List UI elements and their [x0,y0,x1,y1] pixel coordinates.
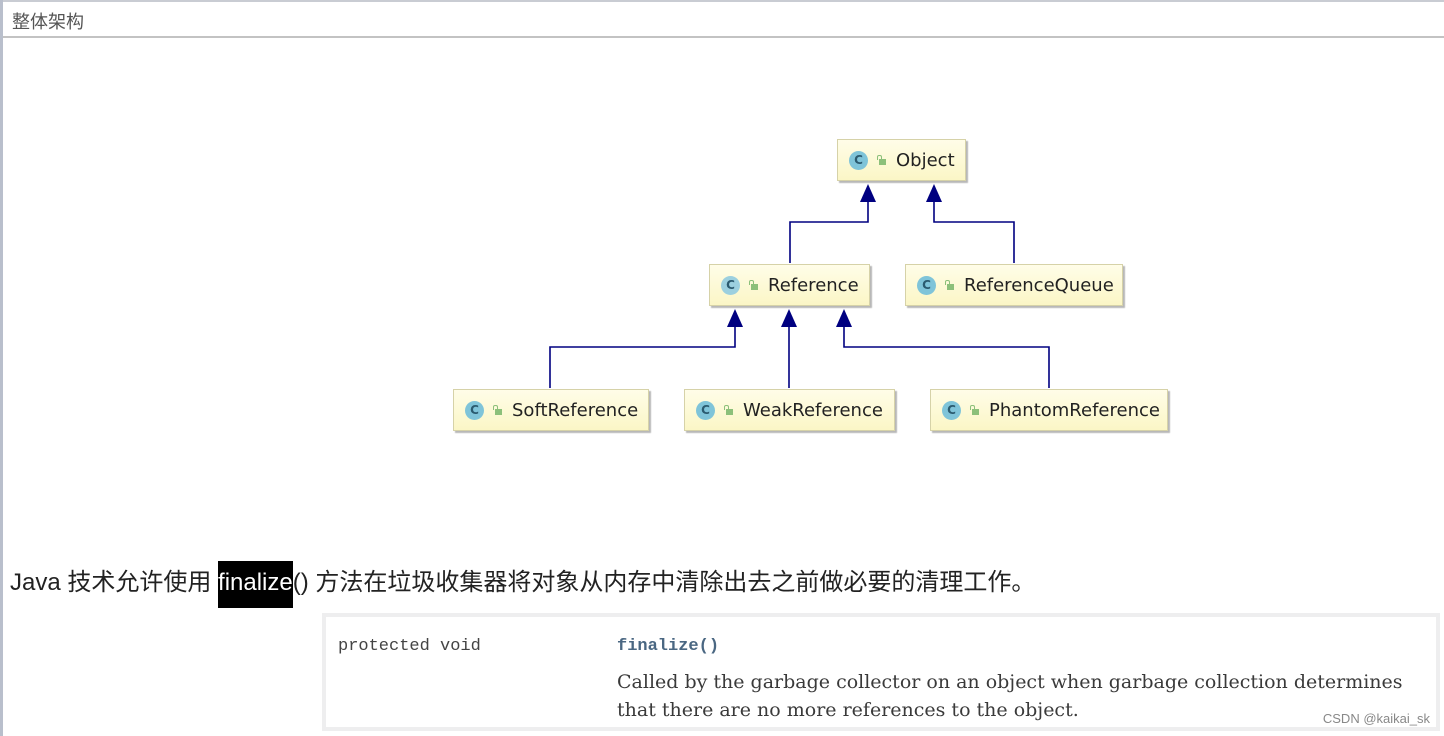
edge-referencequeue-object [933,198,1015,263]
class-name: Reference [768,274,859,296]
class-node-weakreference[interactable]: C WeakReference [684,389,895,431]
class-icon: C [465,400,484,420]
arrowhead-phantomreference-reference [836,309,852,327]
arrowhead-referencequeue-object [926,184,942,202]
intro-prefix: Java 技术允许使用 [10,569,219,596]
arrowhead-softreference-reference [727,309,743,327]
abstract-class-icon: C [721,275,740,295]
class-icon: C [849,150,868,170]
class-name: Object [896,149,955,171]
class-name: PhantomReference [989,399,1160,421]
class-name: SoftReference [512,399,639,421]
class-icon: C [696,400,715,420]
method-modifier: protected void [338,637,481,656]
method-description: Called by the garbage collector on an ob… [617,671,1403,721]
class-hierarchy-diagram: C Object C Reference C ReferenceQueue C … [0,0,1444,500]
edge-phantomreference-reference [843,323,1050,388]
class-node-object[interactable]: C Object [837,139,966,181]
public-visibility-icon [877,155,886,165]
watermark: CSDN @kaikai_sk [1322,711,1430,726]
class-node-referencequeue[interactable]: C ReferenceQueue [905,264,1123,306]
intro-paragraph: Java 技术允许使用 finalize() 方法在垃圾收集器将对象从内存中清除… [10,561,1036,608]
public-visibility-icon [749,280,758,290]
class-node-phantomreference[interactable]: C PhantomReference [930,389,1168,431]
highlighted-method-name[interactable]: finalize [218,561,293,608]
class-node-softreference[interactable]: C SoftReference [453,389,649,431]
class-name: ReferenceQueue [964,274,1114,296]
api-method-summary: protected void finalize() Called by the … [322,613,1440,731]
edge-reference-object [789,198,869,263]
public-visibility-icon [493,405,502,415]
public-visibility-icon [970,405,979,415]
public-visibility-icon [724,405,733,415]
class-icon: C [942,400,961,420]
class-icon: C [917,275,936,295]
arrowhead-reference-object [860,184,876,202]
method-signature-link[interactable]: finalize() [617,637,719,656]
intro-suffix: () 方法在垃圾收集器将对象从内存中清除出去之前做必要的清理工作。 [292,569,1036,596]
edge-softreference-reference [549,323,736,388]
public-visibility-icon [945,280,954,290]
class-name: WeakReference [743,399,883,421]
arrowhead-weakreference-reference [781,309,797,327]
class-node-reference[interactable]: C Reference [709,264,870,306]
